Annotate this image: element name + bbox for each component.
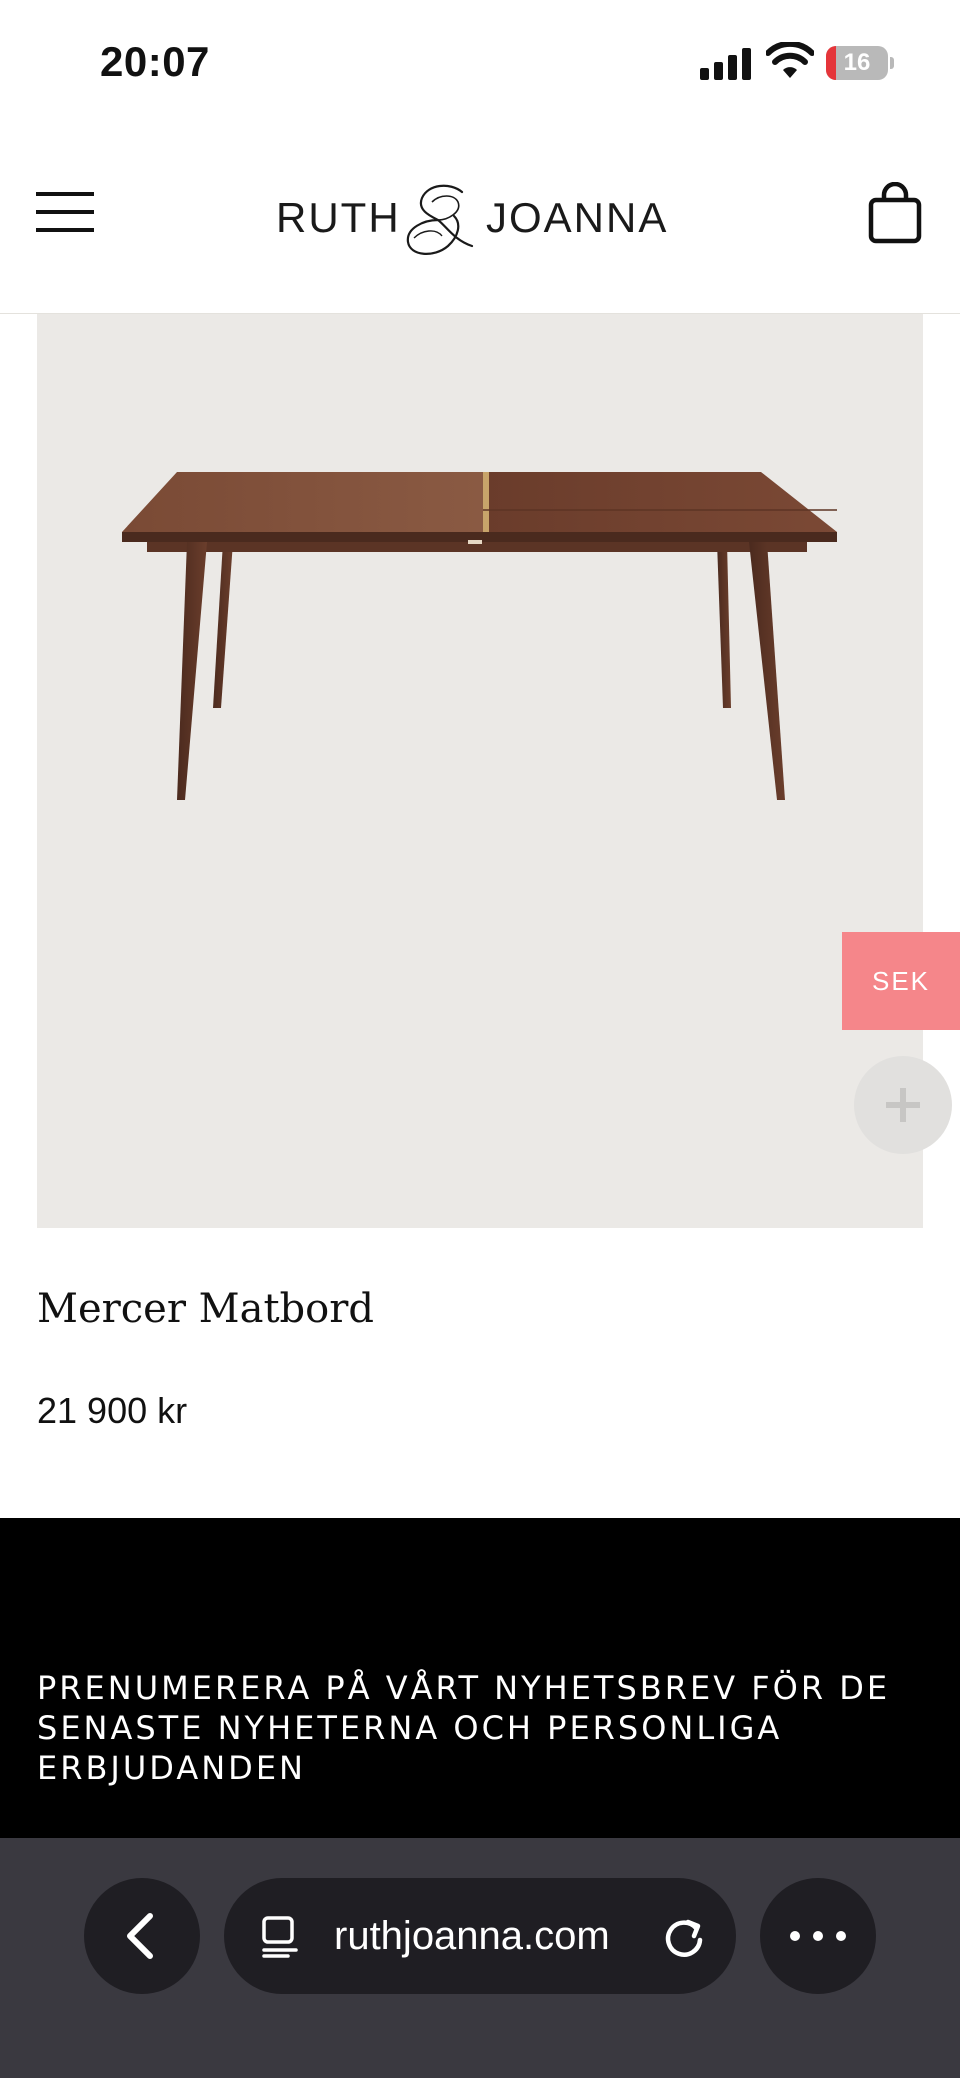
product-image[interactable] — [37, 314, 923, 1228]
shopping-bag-icon[interactable] — [868, 182, 922, 244]
wifi-icon — [766, 42, 814, 78]
newsletter-heading: PRENUMERERA PÅ VÅRT NYHETSBREV FÖR DE SE… — [37, 1669, 891, 1787]
ampersand-logo-icon — [406, 184, 474, 255]
plus-icon[interactable] — [854, 1056, 952, 1154]
dining-table-illustration — [122, 472, 837, 800]
url-text: ruthjoanna.com — [334, 1914, 610, 1958]
logo-text-left: RUTH — [276, 194, 401, 241]
back-chevron-icon — [127, 1913, 153, 1959]
battery-level: 16 — [843, 49, 871, 76]
browser-toolbar: ruthjoanna.com — [0, 1838, 960, 2078]
currency-selector-button[interactable]: SEK — [842, 932, 960, 1030]
signal-icon — [700, 46, 752, 80]
newsletter-section: PRENUMERERA PÅ VÅRT NYHETSBREV FÖR DE SE… — [0, 1518, 960, 1838]
back-button[interactable] — [84, 1878, 200, 1994]
battery-icon: 16 — [826, 46, 894, 80]
status-bar: 20:07 16 — [0, 0, 960, 120]
more-icon[interactable] — [760, 1878, 876, 1994]
status-time: 20:07 — [100, 38, 210, 85]
product-price: 21 900 kr — [37, 1390, 188, 1431]
reload-icon[interactable] — [660, 1912, 708, 1960]
logo-text-right: JOANNA — [486, 194, 669, 241]
site-logo[interactable]: RUTH JOANNA — [270, 180, 690, 260]
product-title[interactable]: Mercer Matbord — [37, 1286, 374, 1332]
menu-icon[interactable] — [36, 192, 94, 232]
page-icon — [262, 1916, 298, 1958]
site-header: RUTH JOANNA — [0, 120, 960, 314]
address-bar[interactable]: ruthjoanna.com — [224, 1878, 736, 1994]
